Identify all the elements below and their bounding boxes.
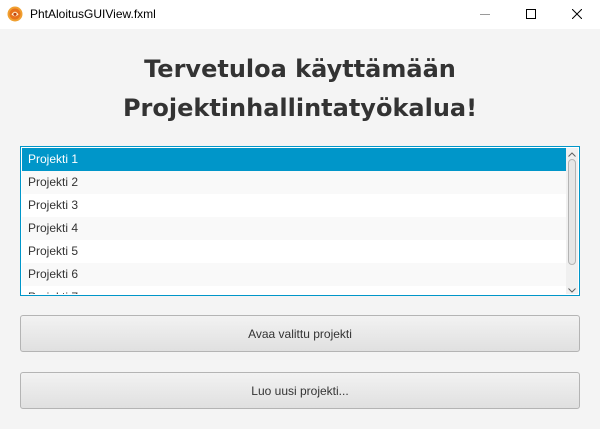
list-item[interactable]: Projekti 6: [22, 263, 567, 286]
window-title: PhtAloitusGUIView.fxml: [30, 7, 156, 21]
close-icon: [571, 6, 583, 24]
list-item[interactable]: Projekti 4: [22, 217, 567, 240]
welcome-heading-line1: Tervetuloa käyttämään: [144, 55, 456, 83]
close-button[interactable]: [554, 0, 600, 29]
list-item[interactable]: Projekti 1: [22, 148, 567, 171]
list-item[interactable]: Projekti 5: [22, 240, 567, 263]
maximize-icon: [526, 6, 536, 24]
list-item[interactable]: Projekti 3: [22, 194, 567, 217]
open-project-button[interactable]: Avaa valittu projekti: [20, 315, 580, 352]
list-scrollbar[interactable]: [566, 148, 578, 294]
application-window: PhtAloitusGUIView.fxml Tervetuloa käyttä…: [0, 0, 600, 429]
create-project-button[interactable]: Luo uusi projekti...: [20, 372, 580, 409]
list-item[interactable]: Projekti 2: [22, 171, 567, 194]
scroll-up-button[interactable]: [566, 148, 578, 158]
project-list[interactable]: Projekti 1 Projekti 2 Projekti 3 Projekti 4…: [20, 146, 580, 296]
minimize-icon: [480, 6, 490, 24]
maximize-button[interactable]: [508, 0, 554, 29]
chevron-down-icon: [568, 280, 576, 295]
scroll-thumb[interactable]: [568, 159, 576, 265]
welcome-heading-line2: Projektinhallintatyökalua!: [122, 94, 478, 122]
minimize-button[interactable]: [462, 0, 508, 29]
title-bar[interactable]: PhtAloitusGUIView.fxml: [0, 0, 600, 29]
list-item[interactable]: Projekti 7: [22, 286, 567, 294]
app-icon: [7, 6, 23, 22]
project-list-items: Projekti 1 Projekti 2 Projekti 3 Projekti 4…: [22, 148, 567, 294]
scroll-down-button[interactable]: [566, 284, 578, 294]
